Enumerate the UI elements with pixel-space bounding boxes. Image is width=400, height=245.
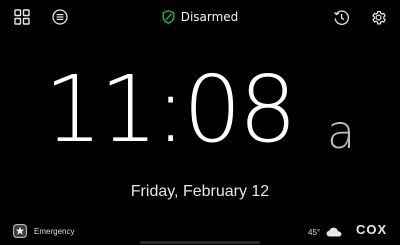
brand-logo: COX: [356, 222, 388, 237]
clock-ampm: a: [327, 105, 356, 159]
clock-display: 11:08 a: [0, 58, 400, 162]
settings-button[interactable]: [367, 6, 389, 28]
date-label: Friday, February 12: [130, 183, 270, 200]
weather-widget: 45°: [308, 224, 342, 240]
emergency-label: Emergency: [34, 226, 75, 236]
temperature-label: 45°: [308, 227, 321, 237]
gear-icon: [371, 10, 386, 24]
cloud-icon: [326, 227, 342, 237]
clock-time: 11:08: [44, 56, 297, 163]
emergency-badge-icon: [13, 224, 27, 238]
status-label: Disarmed: [180, 10, 239, 24]
emergency-button[interactable]: Emergency: [13, 223, 74, 239]
history-button[interactable]: [330, 6, 352, 28]
home-indicator: [140, 241, 260, 244]
history-icon: [333, 10, 349, 25]
shield-icon: [162, 10, 175, 24]
